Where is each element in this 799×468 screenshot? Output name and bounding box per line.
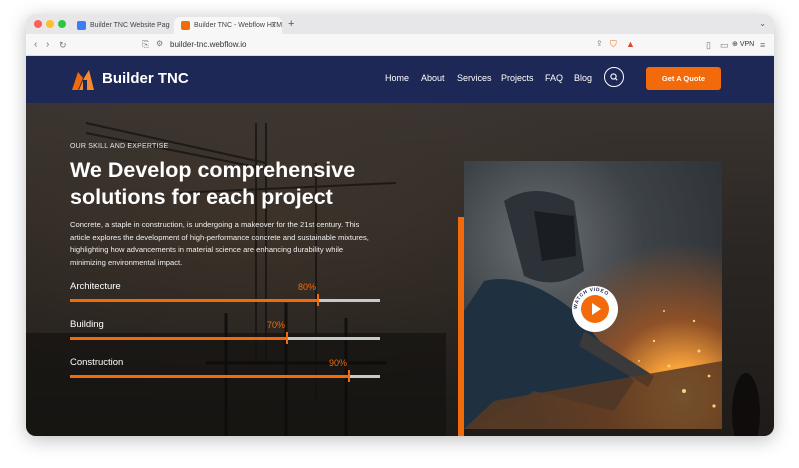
hero-section: OUR SKILL AND EXPERTISE We Develop compr… xyxy=(26,103,774,436)
progress-marker xyxy=(317,294,319,306)
bookmark-icon[interactable]: ⎘ xyxy=(142,37,149,51)
hero-description: Concrete, a staple in construction, is u… xyxy=(70,220,369,267)
get-a-quote-button[interactable]: Get A Quote xyxy=(646,67,721,90)
brave-shield-icon[interactable]: ⛉ xyxy=(610,37,617,51)
share-icon[interactable]: ⇪ xyxy=(596,37,603,51)
website-viewport: Builder TNC Home About Services Projects… xyxy=(26,56,774,436)
skill-label: Building xyxy=(70,319,104,330)
forward-arrow-icon[interactable]: › xyxy=(46,38,49,52)
skill-building: Building 70% xyxy=(70,319,380,347)
tab-list-chevron-icon[interactable]: ⌄ xyxy=(759,17,766,31)
browser-window: Builder TNC Website Page Templ... Builde… xyxy=(26,14,774,436)
skill-label: Architecture xyxy=(70,281,121,292)
welder-photo: WATCH VIDEO xyxy=(464,161,722,429)
nav-projects[interactable]: Projects xyxy=(501,71,534,85)
progress-marker xyxy=(348,370,350,382)
nav-services[interactable]: Services xyxy=(457,71,492,85)
progress-fill xyxy=(70,337,287,340)
play-icon xyxy=(592,303,601,315)
back-arrow-icon[interactable]: ‹ xyxy=(34,38,37,52)
skill-percent: 80% xyxy=(298,282,317,292)
sidebar-toggle-icon[interactable]: ▯ xyxy=(706,38,711,52)
search-icon xyxy=(610,73,618,81)
skill-construction: Construction 90% xyxy=(70,357,380,385)
skill-percent: 90% xyxy=(329,358,348,368)
progress-fill xyxy=(70,375,349,378)
brand-name[interactable]: Builder TNC xyxy=(102,69,189,89)
tab-inactive[interactable]: Builder TNC Website Page Templ... xyxy=(70,17,170,34)
nav-home[interactable]: Home xyxy=(385,71,409,85)
progress-marker xyxy=(286,332,288,344)
search-button[interactable] xyxy=(604,67,624,87)
tab-title: Builder TNC - Webflow HTML... xyxy=(194,22,282,29)
tab-title: Builder TNC Website Page Templ... xyxy=(90,22,170,29)
menu-icon[interactable]: ≡ xyxy=(760,38,765,52)
rewards-triangle-icon[interactable]: ▲ xyxy=(626,37,635,51)
webflow-favicon-icon xyxy=(77,21,86,30)
nav-faq[interactable]: FAQ xyxy=(545,71,563,85)
site-header: Builder TNC Home About Services Projects… xyxy=(26,56,774,103)
skill-architecture: Architecture 80% xyxy=(70,281,380,309)
section-eyebrow: OUR SKILL AND EXPERTISE xyxy=(70,143,169,150)
tab-strip: Builder TNC Website Page Templ... Builde… xyxy=(26,14,774,34)
vpn-label: VPN xyxy=(739,41,755,48)
close-tab-icon[interactable]: × xyxy=(271,17,276,34)
site-settings-icon[interactable]: ⚙ xyxy=(156,37,163,51)
skill-percent: 70% xyxy=(267,320,286,330)
hero-headline: We Develop comprehensive solutions for e… xyxy=(70,158,356,209)
tab-active[interactable]: Builder TNC - Webflow HTML... × xyxy=(174,17,282,34)
progress-fill xyxy=(70,299,318,302)
reload-icon[interactable]: ↻ xyxy=(59,38,67,52)
vpn-button[interactable]: ⊕ VPN xyxy=(732,38,754,52)
wallet-icon[interactable]: ▭ xyxy=(720,38,729,52)
zoom-window-button[interactable] xyxy=(58,20,66,28)
nav-blog[interactable]: Blog xyxy=(574,71,592,85)
url-bar[interactable]: ⎘ ⚙ builder-tnc.webflow.io ⇪ ⛉ ▲ xyxy=(136,37,636,53)
nav-about[interactable]: About xyxy=(421,71,445,85)
minimize-window-button[interactable] xyxy=(46,20,54,28)
address-toolbar: ‹ › ↻ ⎘ ⚙ builder-tnc.webflow.io ⇪ ⛉ ▲ ▯… xyxy=(26,34,774,56)
close-window-button[interactable] xyxy=(34,20,42,28)
url-text[interactable]: builder-tnc.webflow.io xyxy=(170,38,246,52)
skill-label: Construction xyxy=(70,357,124,368)
builder-favicon-icon xyxy=(181,21,190,30)
new-tab-button[interactable]: + xyxy=(288,17,294,31)
builder-logo-icon[interactable] xyxy=(70,68,96,92)
